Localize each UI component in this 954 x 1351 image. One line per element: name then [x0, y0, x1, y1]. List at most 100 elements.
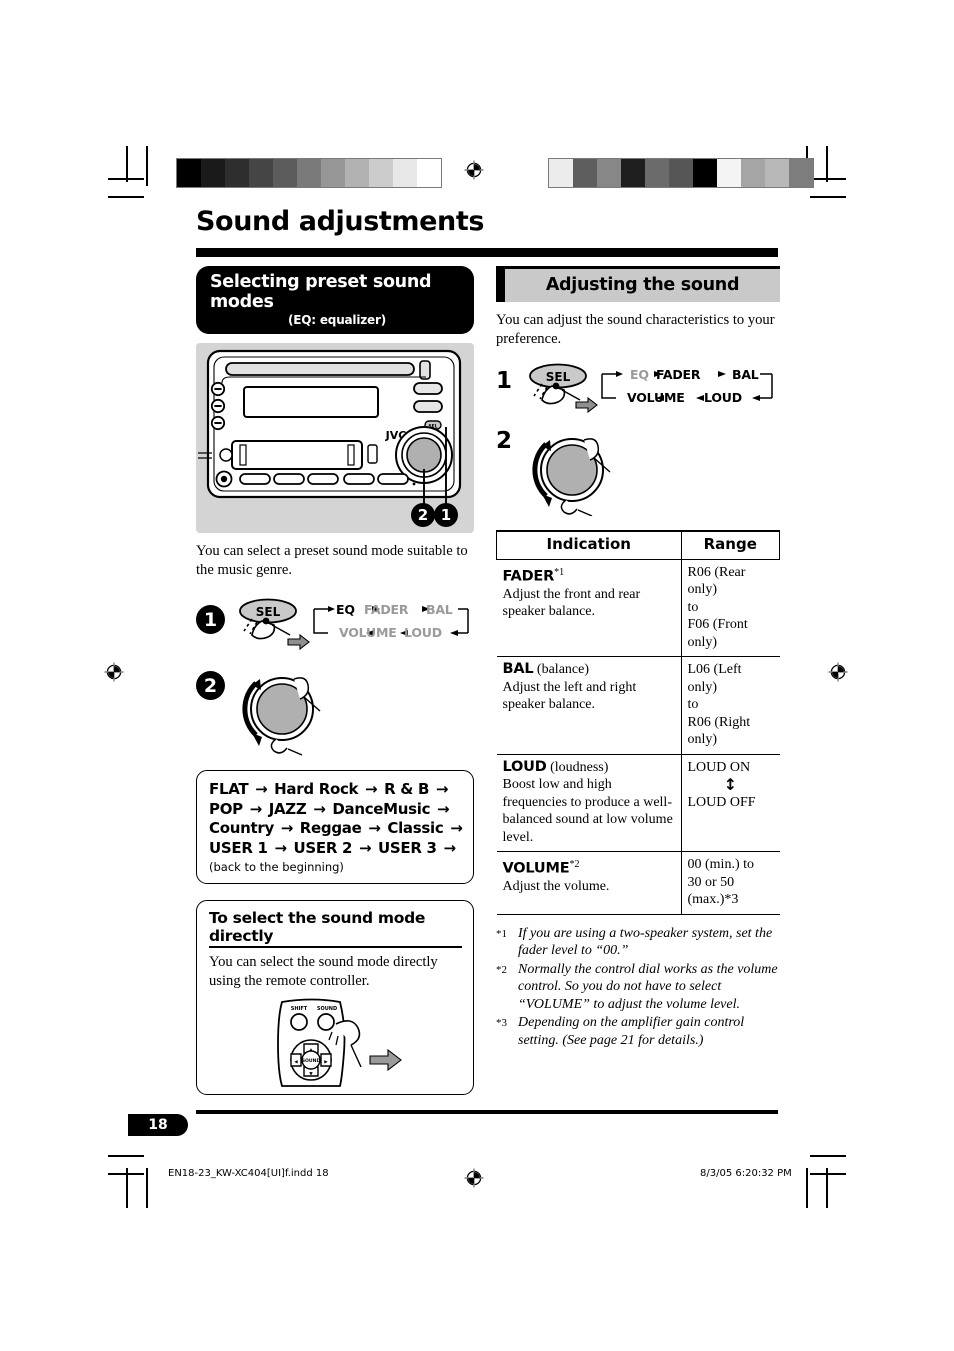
- indication-name-fader: FADER: [502, 568, 555, 585]
- up-down-arrow-icon: ↕: [723, 775, 738, 794]
- section-header-subtitle: (EQ: equalizer): [288, 313, 386, 327]
- gray-swatch-3: [621, 159, 645, 187]
- flow-item-eq-left: EQ: [336, 602, 355, 617]
- sound-mode-dancemusic: DanceMusic: [332, 799, 431, 818]
- sound-mode-country: Country: [209, 819, 274, 837]
- footnote-1-text: If you are using a two-speaker system, s…: [518, 925, 773, 959]
- gray-swatch-9: [765, 159, 789, 187]
- mode-arrow-icon: →: [274, 838, 287, 857]
- callout-1-label: 1: [434, 503, 458, 527]
- mode-arrow-icon: →: [437, 799, 450, 818]
- control-dial-turn-illustration-right: [532, 438, 611, 516]
- crop-mark-tr-h: [810, 178, 846, 180]
- indication-extra-loud: (loudness): [546, 759, 609, 775]
- indication-name-loud: LOUD: [502, 758, 547, 775]
- sound-mode-row-1: FLAT → Hard Rock → R & B →: [209, 780, 462, 800]
- sound-mode-loop-note: (back to the beginning): [209, 860, 344, 874]
- right-intro-paragraph: You can adjust the sound characteristics…: [496, 312, 775, 347]
- section-header-selecting-preset-sound-modes: Selecting preset sound modes (EQ: equali…: [196, 266, 474, 334]
- indication-desc-bal: Adjust the left and right speaker balanc…: [502, 679, 637, 713]
- svg-text:◀: ◀: [294, 1060, 298, 1065]
- indication-range-table: Indication Range FADER*1 Adjust the fron…: [496, 530, 780, 915]
- sound-mode-row-3: Country → Reggae → Classic →: [209, 819, 463, 839]
- mode-arrow-icon: →: [450, 819, 463, 837]
- crop-mark-bl-v: [126, 1168, 128, 1208]
- mode-arrow-icon: →: [365, 780, 378, 798]
- mode-arrow-icon: →: [280, 819, 294, 837]
- indication-footnote-marker-volume: *2: [569, 859, 580, 870]
- gray-swatch-7: [717, 159, 741, 187]
- title-rule: [196, 248, 778, 257]
- crop-mark-br-v: [826, 1168, 828, 1208]
- gray-swatch-8: [369, 159, 393, 187]
- indication-name-volume: VOLUME: [502, 860, 570, 877]
- footnote-1: *1 If you are using a two-speaker system…: [496, 925, 780, 960]
- mode-arrow-icon: →: [435, 780, 449, 798]
- table-header-indication: Indication: [496, 530, 682, 560]
- table-cell-loud-indication: LOUD (loudness) Boost low and high frequ…: [496, 753, 682, 852]
- remote-controller-illustration: SHIFT SOUND SOUND ▲ ▼ ◀ ▶: [276, 998, 402, 1087]
- mode-arrow-icon: →: [249, 799, 263, 818]
- gray-swatch-10: [789, 159, 813, 187]
- gray-swatch-6: [693, 159, 717, 187]
- footnote-2: *2 Normally the control dial works as th…: [496, 961, 780, 1014]
- crop-mark-bl-v2: [146, 1168, 148, 1208]
- gray-swatch-0: [177, 159, 201, 187]
- indication-footnote-marker-fader: *1: [554, 566, 565, 578]
- table-header-row: Indication Range: [496, 530, 780, 560]
- sound-mode-classic: Classic: [387, 819, 444, 837]
- remote-section-title: To select the sound mode directly: [209, 909, 462, 948]
- left-step-1-number: 1: [196, 605, 225, 634]
- right-step-1: 1 SEL EQ FADER BAL VOLUME LOUD: [496, 358, 780, 424]
- footnote-1-marker: *1: [496, 927, 507, 940]
- left-step-1: 1 SEL EQ FADER BAL VOLUME LOUD: [196, 591, 474, 659]
- left-step-2-number-badge: 2: [196, 671, 225, 700]
- flow-item-loud-left: LOUD: [404, 625, 442, 640]
- table-cell-fader-indication: FADER*1 Adjust the front and rear speake…: [496, 558, 682, 657]
- flow-item-volume-right: VOLUME: [627, 390, 685, 405]
- footer-rule: [196, 1110, 778, 1114]
- table-cell-bal-range: L06 (Left only) to R06 (Right only): [681, 656, 780, 755]
- sound-mode-user-2: USER 2: [293, 838, 353, 857]
- loud-range-on: LOUD ON: [687, 759, 751, 775]
- flow-item-volume-left: VOLUME: [339, 625, 397, 640]
- table-row-bal: BAL (balance) Adjust the left and right …: [496, 656, 780, 755]
- left-column: Selecting preset sound modes (EQ: equali…: [196, 266, 474, 1095]
- crop-mark-bl-h: [108, 1155, 144, 1157]
- table-row-fader: FADER*1 Adjust the front and rear speake…: [496, 558, 780, 657]
- sound-mode-reggae: Reggae: [299, 819, 362, 837]
- remote-shift-label: SHIFT: [290, 1006, 307, 1012]
- gray-swatch-0: [549, 159, 573, 187]
- registration-mark-bottom: [464, 1168, 484, 1188]
- left-intro-paragraph: You can select a preset sound mode suita…: [196, 543, 468, 578]
- sound-mode-user-1: USER 1: [209, 838, 268, 857]
- remote-controller-section: To select the sound mode directly You ca…: [196, 900, 474, 1095]
- registration-mark-right: [828, 662, 848, 682]
- grayscale-strip-right: [548, 158, 814, 188]
- sel-button-label-left: SEL: [256, 605, 281, 619]
- gray-swatch-4: [273, 159, 297, 187]
- callout-2: 2: [411, 503, 435, 527]
- table-cell-bal-indication: BAL (balance) Adjust the left and right …: [496, 656, 682, 755]
- gray-swatch-7: [345, 159, 369, 187]
- table-cell-fader-range: R06 (Rear only) to F06 (Front only): [681, 558, 780, 657]
- svg-text:▶: ▶: [324, 1060, 328, 1065]
- page-title: Sound adjustments: [196, 206, 485, 237]
- sound-mode-user-3: USER 3: [378, 838, 437, 857]
- control-dial-turn-illustration-left: [242, 677, 321, 756]
- indication-name-bal: BAL: [502, 661, 534, 677]
- sound-mode-r-and-b: R & B: [384, 780, 430, 798]
- mode-arrow-icon: →: [443, 838, 456, 857]
- callout-2-label: 2: [411, 503, 435, 527]
- table-cell-volume-range: 00 (min.) to 30 or 50 (max.)*3: [681, 851, 780, 915]
- gray-swatch-3: [249, 159, 273, 187]
- flow-item-eq-right: EQ: [630, 367, 649, 382]
- sound-mode-jazz: JAZZ: [268, 799, 307, 818]
- section-header-title: Selecting preset sound modes: [210, 272, 432, 312]
- gray-swatch-9: [393, 159, 417, 187]
- gray-swatch-4: [645, 159, 669, 187]
- table-cell-volume-indication: VOLUME*2 Adjust the volume.: [496, 851, 682, 915]
- indication-desc-loud: Boost low and high frequencies to produc…: [502, 777, 673, 845]
- mode-arrow-icon: →: [358, 838, 372, 857]
- sound-mode-row-2: POP → JAZZ → DanceMusic →: [209, 800, 462, 820]
